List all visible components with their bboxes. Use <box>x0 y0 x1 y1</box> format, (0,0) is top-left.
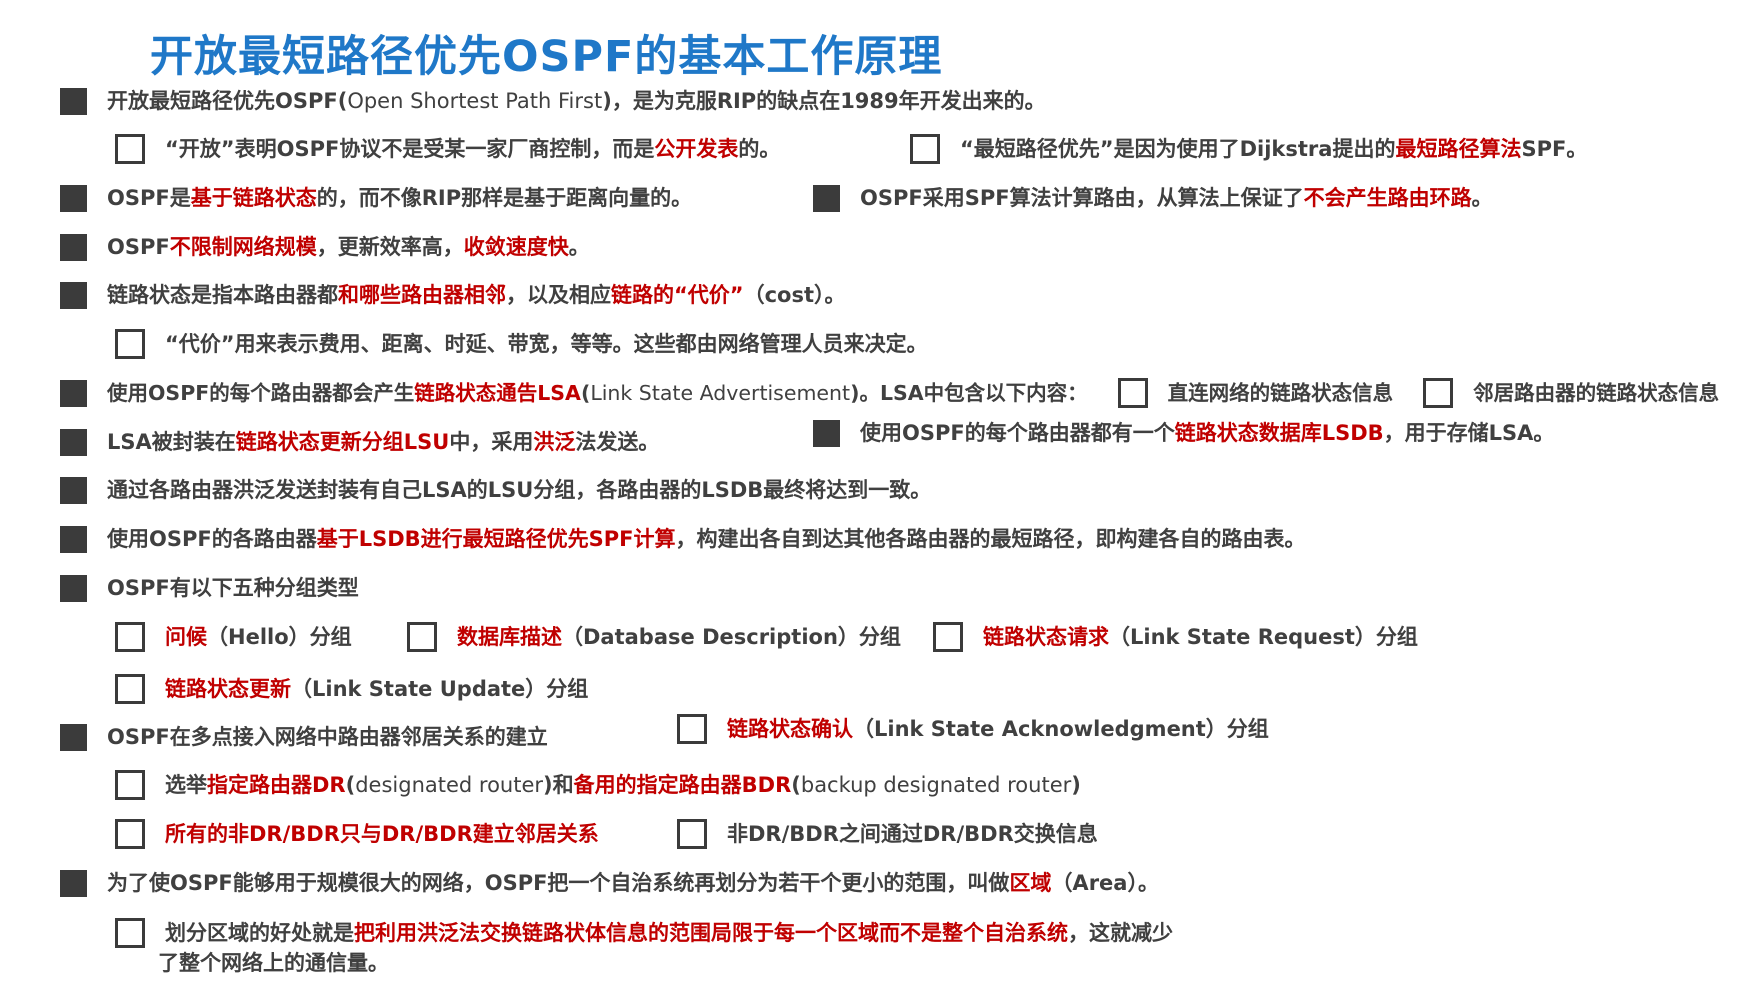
bullet-link-state-based: OSPF是 基于链路状态 的，而不像RIP那样是基于距离向量的。 <box>60 183 692 213</box>
checkbox-icon <box>115 819 145 849</box>
checkbox-icon <box>115 918 145 948</box>
packet-hello: 问候 （Hello）分组 <box>115 622 352 652</box>
bullet-filled-icon <box>60 869 87 897</box>
bullet-filled-icon <box>60 525 87 553</box>
checkbox-icon <box>677 714 707 744</box>
bullet-no-loop: OSPF采用SPF算法计算路由，从算法上保证了 不会产生路由环路。 <box>813 183 1493 213</box>
bullet-ospf-intro: 开放最短路径优先OSPF(Open Shortest Path First)，是… <box>60 86 1046 116</box>
checkbox-icon <box>115 134 145 164</box>
sub-area-benefit-cont: 了整个网络上的通信量。 <box>158 951 389 975</box>
bullet-filled-icon <box>60 87 87 115</box>
bullet-packet-types: OSPF有以下五种分组类型 <box>60 573 359 603</box>
checkbox-icon <box>933 622 963 652</box>
bullet-filled-icon <box>60 184 87 212</box>
sub-dr-bdr: 选举 指定路由器DR(designated router)和 备用的指定路由器BDR… <box>115 770 1081 800</box>
checkbox-icon <box>115 770 145 800</box>
checkbox-icon <box>1423 378 1454 408</box>
bullet-neighbor: OSPF在多点接入网络中路由器邻居关系的建立 <box>60 722 548 752</box>
bullet-filled-icon <box>60 379 87 407</box>
bullet-filled-icon <box>60 476 87 504</box>
bullet-link-state-def: 链路状态是指本路由器都 和哪些路由器相邻 ，以及相应 链路的“代价” （cost）。 <box>60 280 846 310</box>
sub-non-dr-exchange: 非DR/BDR之间通过DR/BDR交换信息 <box>677 819 1098 849</box>
checkbox-icon <box>115 622 145 652</box>
packet-lsack: 链路状态确认 （Link State Acknowledgment）分组 <box>677 714 1269 744</box>
bullet-filled-icon <box>60 574 87 602</box>
packet-lsu: 链路状态更新 （Link State Update）分组 <box>115 674 588 704</box>
bullet-scale: OSPF 不限制网络规模 ，更新效率高， 收敛速度快。 <box>60 232 590 262</box>
bullet-filled-icon <box>813 184 840 212</box>
bullet-lsa: 使用OSPF的每个路由器都会产生 链路状态通告LSA(Link State Adv… <box>60 378 1719 408</box>
packet-dd: 数据库描述 （Database Description）分组 <box>407 622 901 652</box>
checkbox-icon <box>677 819 707 849</box>
bullet-spf-calc: 使用OSPF的各路由器 基于LSDB进行最短路径优先SPF计算 ，构建出各自到达其他… <box>60 524 1306 554</box>
checkbox-icon <box>115 674 145 704</box>
sub-spf-meaning: “最短路径优先”是因为使用了Dijkstra提出的 最短路径算法 SPF。 <box>910 134 1587 164</box>
bullet-filled-icon <box>60 281 87 309</box>
sub-cost-meaning: “代价”用来表示费用、距离、时延、带宽，等等。这些都由网络管理人员来决定。 <box>115 329 928 359</box>
bullet-filled-icon <box>60 723 87 751</box>
bullet-lsdb: 使用OSPF的每个路由器都有一个 链路状态数据库LSDB ，用于存储LSA。 <box>813 418 1554 448</box>
sub-open-meaning: “开放”表明OSPF协议不是受某一家厂商控制，而是 公开发表 的。 <box>115 134 780 164</box>
bullet-lsdb-sync: 通过各路由器洪泛发送封装有自己LSA的LSU分组，各路由器的LSDB最终将达到一… <box>60 475 931 505</box>
checkbox-icon <box>910 134 940 164</box>
checkbox-icon <box>1117 378 1148 408</box>
sub-non-dr-neighbors: 所有的非DR/BDR只与DR/BDR建立邻居关系 <box>115 819 599 849</box>
checkbox-icon <box>115 329 145 359</box>
bullet-filled-icon <box>60 428 87 456</box>
checkbox-icon <box>407 622 437 652</box>
bullet-filled-icon <box>60 233 87 261</box>
packet-lsr: 链路状态请求 （Link State Request）分组 <box>933 622 1418 652</box>
page-title: 开放最短路径优先OSPF的基本工作原理 <box>150 32 943 82</box>
bullet-area: 为了使OSPF能够用于规模很大的网络，OSPF把一个自治系统再划分为若干个更小的… <box>60 868 1159 898</box>
sub-area-benefit: 划分区域的好处就是 把利用洪泛法交换链路状体信息的范围局限于每一个区域而不是整个自… <box>115 918 1173 948</box>
bullet-filled-icon <box>813 419 840 447</box>
bullet-lsu: LSA被封装在 链路状态更新分组LSU 中，采用 洪泛 法发送。 <box>60 427 659 457</box>
